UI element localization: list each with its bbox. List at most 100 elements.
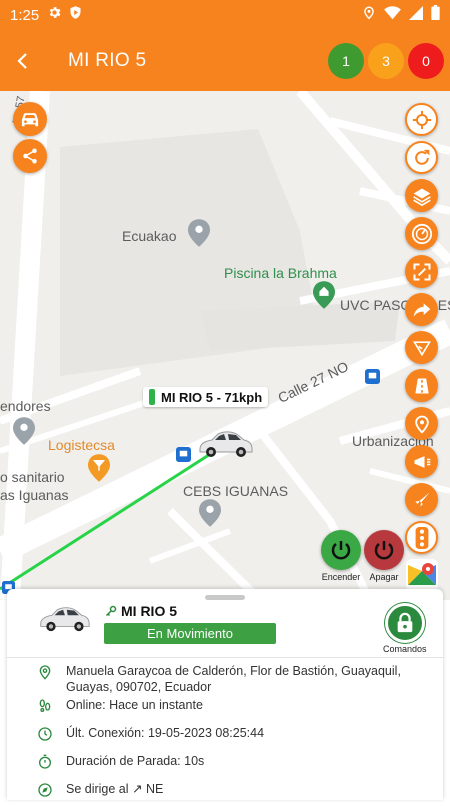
forward-arrow-icon [413,302,430,317]
info-row-online: Online: Hace un instante [7,695,443,723]
power-on-button[interactable] [321,530,361,570]
vehicle-header: MI RIO 5 En Movimiento Comandos [7,589,443,657]
google-maps-icon[interactable] [406,559,438,591]
map-label-cebs: CEBS IGUANAS [183,483,289,499]
road-icon [414,378,429,393]
speedometer-icon [411,223,432,244]
fullscreen-icon [413,263,430,280]
traffic-light-button[interactable] [405,521,438,554]
location-status-icon [362,5,376,25]
megaphone-icon [414,455,430,468]
map-tools-column [405,103,438,554]
vehicle-thumbnail-icon [40,607,90,632]
back-button[interactable] [0,38,46,84]
map-label-logistecsa: Logistecsa [48,437,115,453]
bus-stop-icon[interactable] [176,447,191,462]
footprints-icon [39,699,51,712]
compass-icon [38,783,52,797]
status-bar: 1:25 [0,0,450,30]
share-icon [23,148,37,164]
power-off-button[interactable] [364,530,404,570]
vehicle-info-list: Manuela Garaycoa de Calderón, Flor de Ba… [7,661,443,807]
commands-group: Comandos [383,603,427,654]
map-label-sanitario-1: o sanitario [0,469,65,485]
power-icon [374,541,394,560]
power-icon [331,541,351,560]
back-arrow-icon [17,52,27,69]
map-label-ecuakao: Ecuakao [122,228,177,244]
gray-poi-pin-icon[interactable] [188,219,210,247]
rocket-icon [414,492,429,507]
vehicle-name-row: MI RIO 5 [105,603,177,619]
geofence-icon [412,340,431,356]
bus-stop-icon[interactable] [365,369,380,384]
map-roads [0,91,450,600]
power-off-label: Apagar [369,572,399,582]
status-time: 1:25 [10,6,40,24]
info-row-last-connection: Últ. Conexión: 19-05-2023 08:25:44 [7,723,443,751]
count-badge-red[interactable]: 0 [408,42,444,79]
location-icon [39,665,51,680]
refresh-icon [414,149,429,165]
traffic-light-icon [415,526,428,549]
alerts-button[interactable] [405,445,438,478]
navigate-button[interactable] [405,483,438,516]
speedometer-button[interactable] [405,217,438,250]
count-badge-yellow[interactable]: 3 [368,42,404,79]
vehicles-button[interactable] [13,102,47,136]
wifi-icon [384,5,401,25]
power-on-label: Encender [321,572,361,582]
alert-counters: 1 3 0 [328,42,444,79]
center-location-button[interactable] [405,103,438,136]
lock-icon [397,612,413,633]
info-row-address: Manuela Garaycoa de Calderón, Flor de Ba… [7,661,443,695]
signal-icon [409,5,423,25]
share-button[interactable] [13,139,47,173]
map-label-sanitario-2: as Iguanas [0,487,69,503]
layers-icon [412,188,431,206]
info-stop-duration: Duración de Parada: 10s [66,754,205,768]
map-pin-icon [414,415,429,434]
settings-gear-icon [47,5,62,25]
share-route-button[interactable] [405,293,438,326]
clock-icon [38,727,52,741]
gray-poi-pin-icon[interactable] [13,417,35,445]
key-icon [105,605,117,617]
crosshair-icon [412,110,431,129]
info-heading: Se dirige al ↗ NE [66,782,164,796]
vehicle-label-text: MI RIO 5 - 71kph [161,389,263,405]
status-bar-indicator [149,389,155,405]
green-poi-pin-icon[interactable] [313,281,335,309]
power-off-group: Apagar [364,530,404,582]
divider [7,657,443,658]
fullscreen-button[interactable] [405,255,438,288]
map-label-piscina: Piscina la Brahma [224,265,337,281]
bar-poi-pin-icon[interactable] [88,454,110,482]
vehicle-map-label[interactable]: MI RIO 5 - 71kph [143,387,269,407]
geofence-button[interactable] [405,331,438,364]
gray-poi-pin-icon[interactable] [199,499,221,527]
status-badge: En Movimiento [104,623,276,644]
map-label-vendores: endores [0,398,51,414]
commands-label: Comandos [383,644,427,654]
map-view[interactable]: Av. 57 Ecuakao Piscina la Brahma UVC PAS… [0,91,450,600]
commands-button[interactable] [384,603,425,643]
count-badge-green[interactable]: 1 [328,42,364,79]
stopwatch-icon [39,754,51,769]
info-row-stop-duration: Duración de Parada: 10s [7,751,443,779]
refresh-button[interactable] [405,141,438,174]
road-button[interactable] [405,369,438,402]
info-row-heading: Se dirige al ↗ NE [7,779,443,807]
car-icon [21,113,39,127]
places-button[interactable] [405,407,438,440]
shield-play-icon [68,5,83,25]
vehicle-name: MI RIO 5 [121,603,178,619]
layers-button[interactable] [405,179,438,212]
page-title: MI RIO 5 [68,49,147,71]
vehicle-car-icon[interactable] [196,427,254,461]
info-last-connection: Últ. Conexión: 19-05-2023 08:25:44 [66,726,265,740]
power-on-group: Encender [321,530,361,582]
info-online: Online: Hace un instante [66,698,203,712]
battery-icon [431,5,440,25]
vehicle-bottom-sheet[interactable]: MI RIO 5 En Movimiento Comandos Manuela … [7,589,443,800]
